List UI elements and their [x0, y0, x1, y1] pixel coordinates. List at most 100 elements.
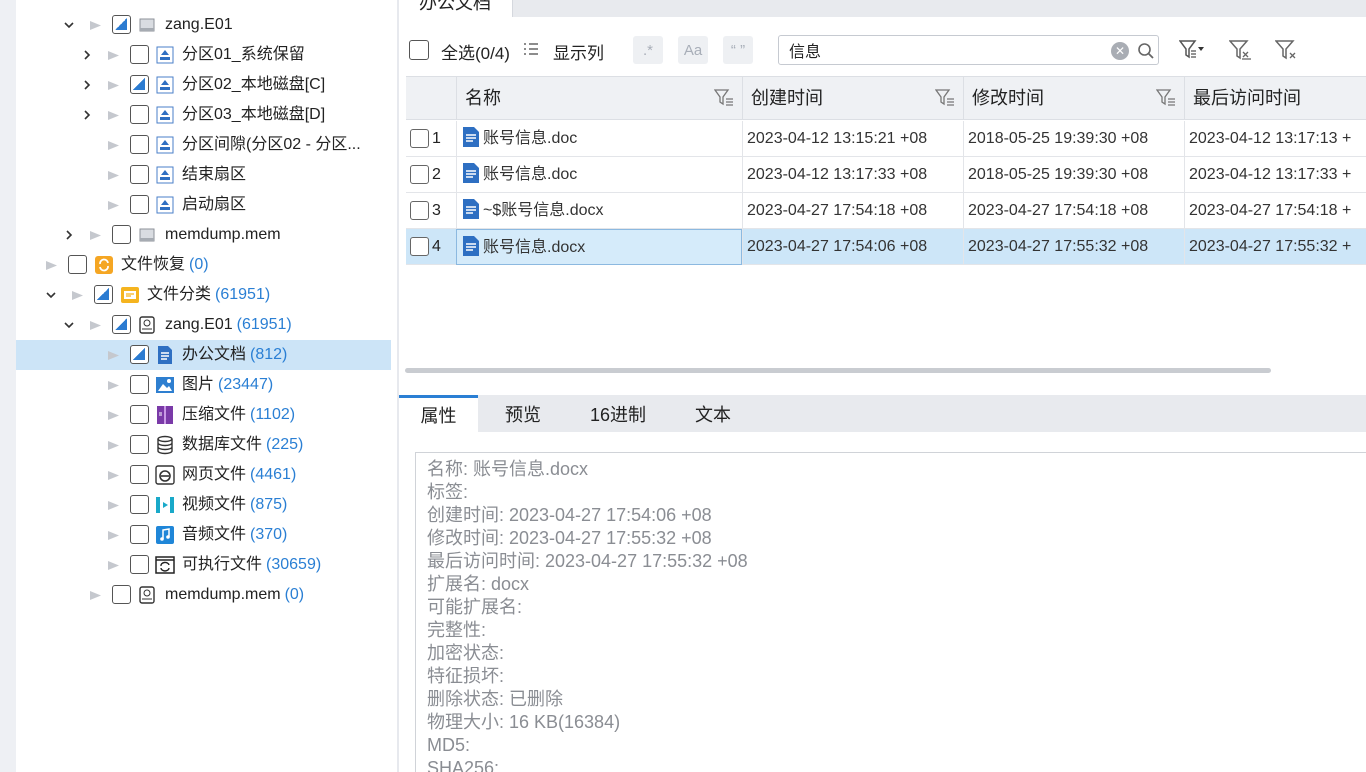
- tree-checkbox[interactable]: [130, 195, 149, 214]
- column-header-accessed[interactable]: 最后访问时间: [1184, 77, 1366, 120]
- tree-checkbox[interactable]: [130, 135, 149, 154]
- audio-icon: [155, 525, 175, 545]
- tab-hex[interactable]: 16进制: [575, 395, 661, 432]
- tree-item-databases[interactable]: 数据库文件 (225): [16, 430, 391, 460]
- column-header-modified[interactable]: 修改时间: [963, 77, 1184, 120]
- tree-checkbox[interactable]: [130, 435, 149, 454]
- tree-item-partition-03[interactable]: 分区03_本地磁盘[D]: [16, 100, 391, 130]
- exact-match-button[interactable]: “ ”: [723, 36, 753, 64]
- document-icon: [463, 198, 479, 219]
- horizontal-scrollbar[interactable]: [405, 368, 1271, 373]
- tree-item-label: 办公文档 (812): [182, 346, 288, 363]
- tree-item-web-files[interactable]: 网页文件 (4461): [16, 460, 391, 490]
- column-filter-icon[interactable]: [935, 89, 955, 107]
- tree-checkbox[interactable]: [112, 585, 131, 604]
- tree-checkbox[interactable]: [130, 405, 149, 424]
- list-columns-icon[interactable]: [523, 41, 539, 57]
- tree-checkbox[interactable]: [130, 165, 149, 184]
- tree-item-zang-e01[interactable]: zang.E01: [16, 10, 391, 40]
- chevron-right-icon[interactable]: [80, 70, 94, 100]
- tree-item-audio[interactable]: 音频文件 (370): [16, 520, 391, 550]
- tree-item-partition-02[interactable]: 分区02_本地磁盘[C]: [16, 70, 391, 100]
- row-checkbox[interactable]: [410, 165, 429, 184]
- tree-checkbox[interactable]: [130, 465, 149, 484]
- cell-accessed: 2023-04-27 17:54:18 +: [1184, 193, 1366, 229]
- select-all-label[interactable]: 全选(0/4): [441, 39, 510, 64]
- tab-office-docs[interactable]: 办公文档: [399, 0, 513, 17]
- column-header-name[interactable]: 名称: [456, 77, 742, 120]
- filter-dropdown-icon[interactable]: [1178, 38, 1205, 62]
- table-row[interactable]: 2 账号信息.doc 2023-04-12 13:17:33 +08 2018-…: [406, 157, 1366, 193]
- cell-name: 账号信息.docx: [456, 229, 742, 265]
- tree-item-category-zang-e01[interactable]: zang.E01 (61951): [16, 310, 391, 340]
- chevron-right-icon[interactable]: [80, 100, 94, 130]
- tree-item-partition-gap[interactable]: 分区间隙(分区02 - 分区...: [16, 130, 391, 160]
- tree-item-end-sector[interactable]: 结束扇区: [16, 160, 391, 190]
- tab-properties[interactable]: 属性: [399, 395, 478, 432]
- search-input[interactable]: [789, 40, 1089, 60]
- tree-item-file-recovery[interactable]: 文件恢复 (0): [16, 250, 391, 280]
- tree-item-file-category[interactable]: 文件分类 (61951): [16, 280, 391, 310]
- tree-item-archives[interactable]: 压缩文件 (1102): [16, 400, 391, 430]
- property-deleted-status: 删除状态: 已删除: [427, 689, 564, 709]
- chevron-down-icon[interactable]: [62, 310, 76, 340]
- search-box[interactable]: ✕: [778, 35, 1159, 65]
- tree-checkbox[interactable]: [130, 375, 149, 394]
- cell-modified: 2023-04-27 17:54:18 +08: [963, 193, 1184, 229]
- tree-checkbox[interactable]: [112, 15, 131, 34]
- tree-checkbox[interactable]: [130, 105, 149, 124]
- regex-toggle-button[interactable]: .*: [633, 36, 663, 64]
- tab-preview[interactable]: 预览: [485, 395, 561, 432]
- cell-name: ~$账号信息.docx: [456, 193, 742, 229]
- filter-remove-icon[interactable]: [1274, 38, 1301, 62]
- tree-item-partition-01[interactable]: 分区01_系统保留: [16, 40, 391, 70]
- tree-checkbox[interactable]: [68, 255, 87, 274]
- tree-item-label: 启动扇区: [182, 196, 247, 213]
- row-checkbox[interactable]: [410, 201, 429, 220]
- tree-checkbox[interactable]: [112, 315, 131, 334]
- show-columns-button[interactable]: 显示列: [553, 39, 604, 64]
- tree-checkbox[interactable]: [130, 45, 149, 64]
- search-icon[interactable]: [1137, 42, 1155, 60]
- tree-item-memdump[interactable]: memdump.mem: [16, 220, 391, 250]
- cell-created: 2023-04-27 17:54:18 +08: [742, 193, 963, 229]
- tree-item-label: 分区03_本地磁盘[D]: [182, 106, 326, 123]
- column-header-created[interactable]: 创建时间: [742, 77, 963, 120]
- tree-item-label: zang.E01: [165, 16, 233, 33]
- tree-checkbox[interactable]: [130, 495, 149, 514]
- column-filter-icon[interactable]: [714, 89, 734, 107]
- evidence-tree[interactable]: zang.E01 分区01_系统保留 分区02_本地磁盘[C] 分区03_本地磁…: [16, 0, 398, 772]
- tree-checkbox[interactable]: [94, 285, 113, 304]
- table-row-selected[interactable]: 4 账号信息.docx 2023-04-27 17:54:06 +08 2023…: [406, 229, 1366, 265]
- tree-item-boot-sector[interactable]: 启动扇区: [16, 190, 391, 220]
- column-filter-icon[interactable]: [1156, 89, 1176, 107]
- tree-item-videos[interactable]: 视频文件 (875): [16, 490, 391, 520]
- table-row[interactable]: 3 ~$账号信息.docx 2023-04-27 17:54:18 +08 20…: [406, 193, 1366, 229]
- play-marker-icon: [88, 580, 102, 610]
- tree-checkbox[interactable]: [112, 225, 131, 244]
- row-checkbox[interactable]: [410, 237, 429, 256]
- chevron-right-icon[interactable]: [62, 220, 76, 250]
- tree-checkbox[interactable]: [130, 345, 149, 364]
- tree-item-category-memdump[interactable]: memdump.mem (0): [16, 580, 391, 610]
- category-icon: [120, 285, 140, 305]
- tree-checkbox[interactable]: [130, 555, 149, 574]
- chevron-down-icon[interactable]: [62, 10, 76, 40]
- tree-checkbox[interactable]: [130, 75, 149, 94]
- grid-header: 名称 创建时间 修改时间 最后访问时间: [406, 76, 1366, 120]
- tree-item-images[interactable]: 图片 (23447): [16, 370, 391, 400]
- tree-item-office-docs[interactable]: 办公文档 (812): [16, 340, 391, 370]
- chevron-down-icon[interactable]: [44, 280, 58, 310]
- tab-text[interactable]: 文本: [675, 395, 751, 432]
- table-row[interactable]: 1 账号信息.doc 2023-04-12 13:15:21 +08 2018-…: [406, 121, 1366, 157]
- match-case-button[interactable]: Aa: [678, 36, 708, 64]
- row-checkbox[interactable]: [410, 129, 429, 148]
- property-md5: MD5:: [427, 735, 471, 755]
- tree-checkbox[interactable]: [130, 525, 149, 544]
- row-number: 3: [432, 202, 441, 219]
- tree-item-executables[interactable]: 可执行文件 (30659): [16, 550, 391, 580]
- select-all-checkbox[interactable]: [409, 40, 429, 60]
- filter-clear-icon[interactable]: [1228, 38, 1255, 62]
- clear-icon[interactable]: ✕: [1111, 42, 1129, 60]
- chevron-right-icon[interactable]: [80, 40, 94, 70]
